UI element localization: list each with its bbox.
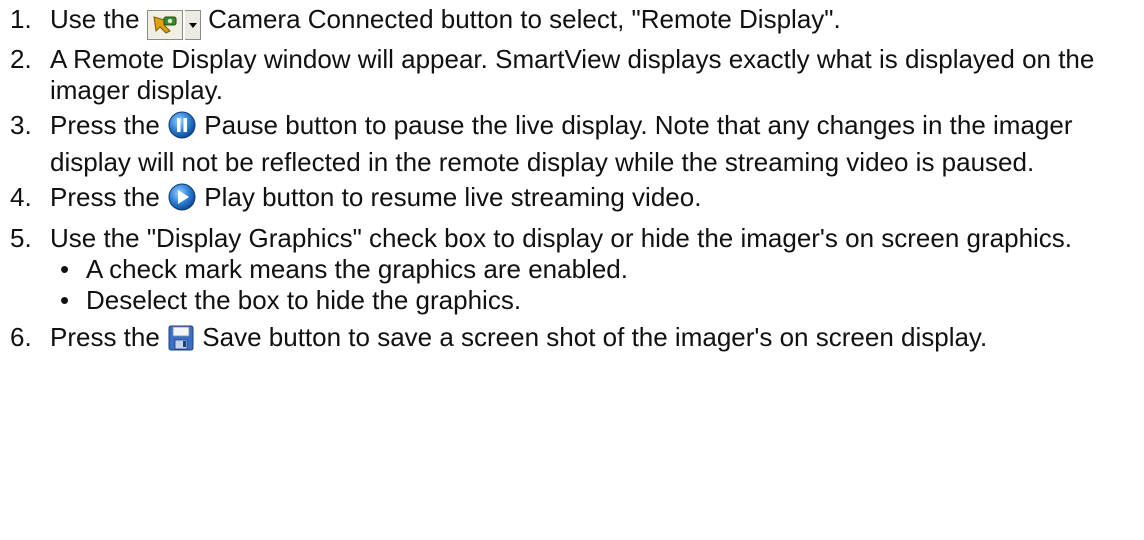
step-4: 4. Press the Play button to resume live … xyxy=(2,182,1144,219)
step-1: 1. Use the Camera Connected button to se… xyxy=(2,4,1144,40)
camera-connected-button[interactable] xyxy=(146,10,201,40)
step-text-before: Press the xyxy=(50,182,160,212)
camera-connected-icon xyxy=(146,10,183,40)
step-text: A Remote Display window will appear. Sma… xyxy=(50,44,1095,105)
step-6: 6. Press the Save button to save a scree… xyxy=(2,322,1144,359)
pause-icon[interactable] xyxy=(167,110,197,147)
step-text-before: Use the xyxy=(50,4,140,34)
step-number: 1. xyxy=(10,4,32,34)
step-text: Use the "Display Graphics" check box to … xyxy=(50,223,1073,253)
step-text-after: Play button to resume live streaming vid… xyxy=(204,182,702,212)
list-item: • Deselect the box to hide the graphics. xyxy=(50,285,1144,316)
step-number: 3. xyxy=(10,110,32,140)
step-text-after: Pause button to pause the live display. … xyxy=(50,110,1073,177)
chevron-down-icon[interactable] xyxy=(184,10,201,40)
bullet-text: A check mark means the graphics are enab… xyxy=(86,254,628,284)
step-text-after: Save button to save a screen shot of the… xyxy=(202,322,988,352)
play-icon[interactable] xyxy=(167,182,197,219)
step-text-before: Press the xyxy=(50,322,160,352)
list-item: • A check mark means the graphics are en… xyxy=(50,254,1144,285)
save-icon[interactable] xyxy=(167,324,195,359)
step-number: 4. xyxy=(10,182,32,212)
step-number: 2. xyxy=(10,44,32,74)
step-3: 3. Press the Pause button to pause the l… xyxy=(2,110,1144,178)
steps-list: 1. Use the Camera Connected button to se… xyxy=(2,4,1144,359)
step-number: 5. xyxy=(10,223,32,253)
bullet-text: Deselect the box to hide the graphics. xyxy=(86,285,522,315)
bullet-glyph: • xyxy=(60,254,70,284)
step-number: 6. xyxy=(10,322,32,352)
bullet-glyph: • xyxy=(60,285,70,315)
bullet-list: • A check mark means the graphics are en… xyxy=(50,254,1144,316)
step-text-before: Press the xyxy=(50,110,160,140)
instructions-document: 1. Use the Camera Connected button to se… xyxy=(0,0,1144,540)
step-2: 2. A Remote Display window will appear. … xyxy=(2,44,1144,106)
step-5: 5. Use the "Display Graphics" check box … xyxy=(2,223,1144,316)
step-text-after: Camera Connected button to select, "Remo… xyxy=(208,4,841,34)
